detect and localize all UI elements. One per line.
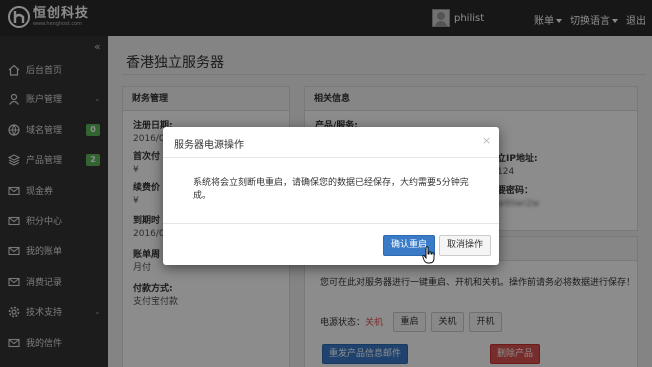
hand-cursor-icon — [422, 246, 435, 264]
cancel-button[interactable]: 取消操作 — [439, 235, 491, 256]
close-icon[interactable]: × — [482, 134, 491, 147]
modal-message: 系统将会立刻断电重启，请确保您的数据已经保存，大约需要5分钟完成。 — [193, 178, 469, 201]
power-modal: 服务器电源操作 × 系统将会立刻断电重启，请确保您的数据已经保存，大约需要5分钟… — [163, 127, 499, 265]
modal-title: 服务器电源操作 — [174, 140, 244, 151]
divider — [163, 223, 499, 224]
modal-header: 服务器电源操作 × — [163, 127, 499, 158]
